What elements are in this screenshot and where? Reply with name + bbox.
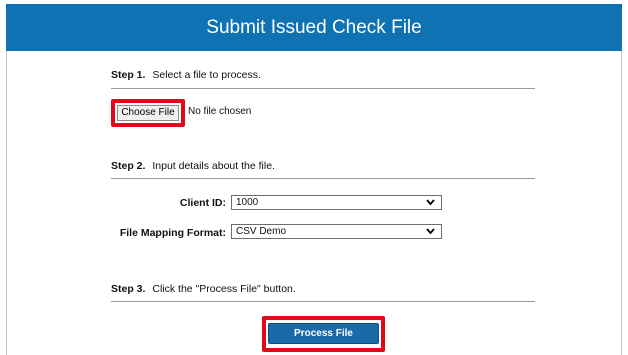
client-id-value: 1000 [236,197,259,208]
file-status-text: No file chosen [188,106,252,117]
page-title: Submit Issued Check File [6,4,622,51]
chevron-down-icon [426,199,435,206]
file-mapping-format-label: File Mapping Format: [119,227,226,239]
file-mapping-format-select[interactable]: CSV Demo [231,224,442,239]
step-2-divider [111,178,535,179]
chevron-down-icon [426,228,435,235]
step-2-label: Step 2. [111,160,146,172]
file-mapping-format-value: CSV Demo [236,226,287,237]
step-3-text: Click the "Process File" button. [152,283,296,295]
form-panel [6,4,622,355]
step-1-divider [111,88,535,89]
step-3-label: Step 3. [111,283,146,295]
choose-file-button[interactable]: Choose File [117,105,179,121]
step-2-text: Input details about the file. [152,160,275,172]
step-2-instruction: Step 2. Input details about the file. [111,160,275,172]
step-1-label: Step 1. [111,69,146,81]
step-3-divider [111,301,535,302]
client-id-select[interactable]: 1000 [231,195,442,210]
step-3-instruction: Step 3. Click the "Process File" button. [111,283,296,295]
process-file-button[interactable]: Process File [268,323,379,344]
client-id-label: Client ID: [179,197,226,209]
step-1-text: Select a file to process. [152,69,261,81]
step-1-instruction: Step 1. Select a file to process. [111,69,261,81]
